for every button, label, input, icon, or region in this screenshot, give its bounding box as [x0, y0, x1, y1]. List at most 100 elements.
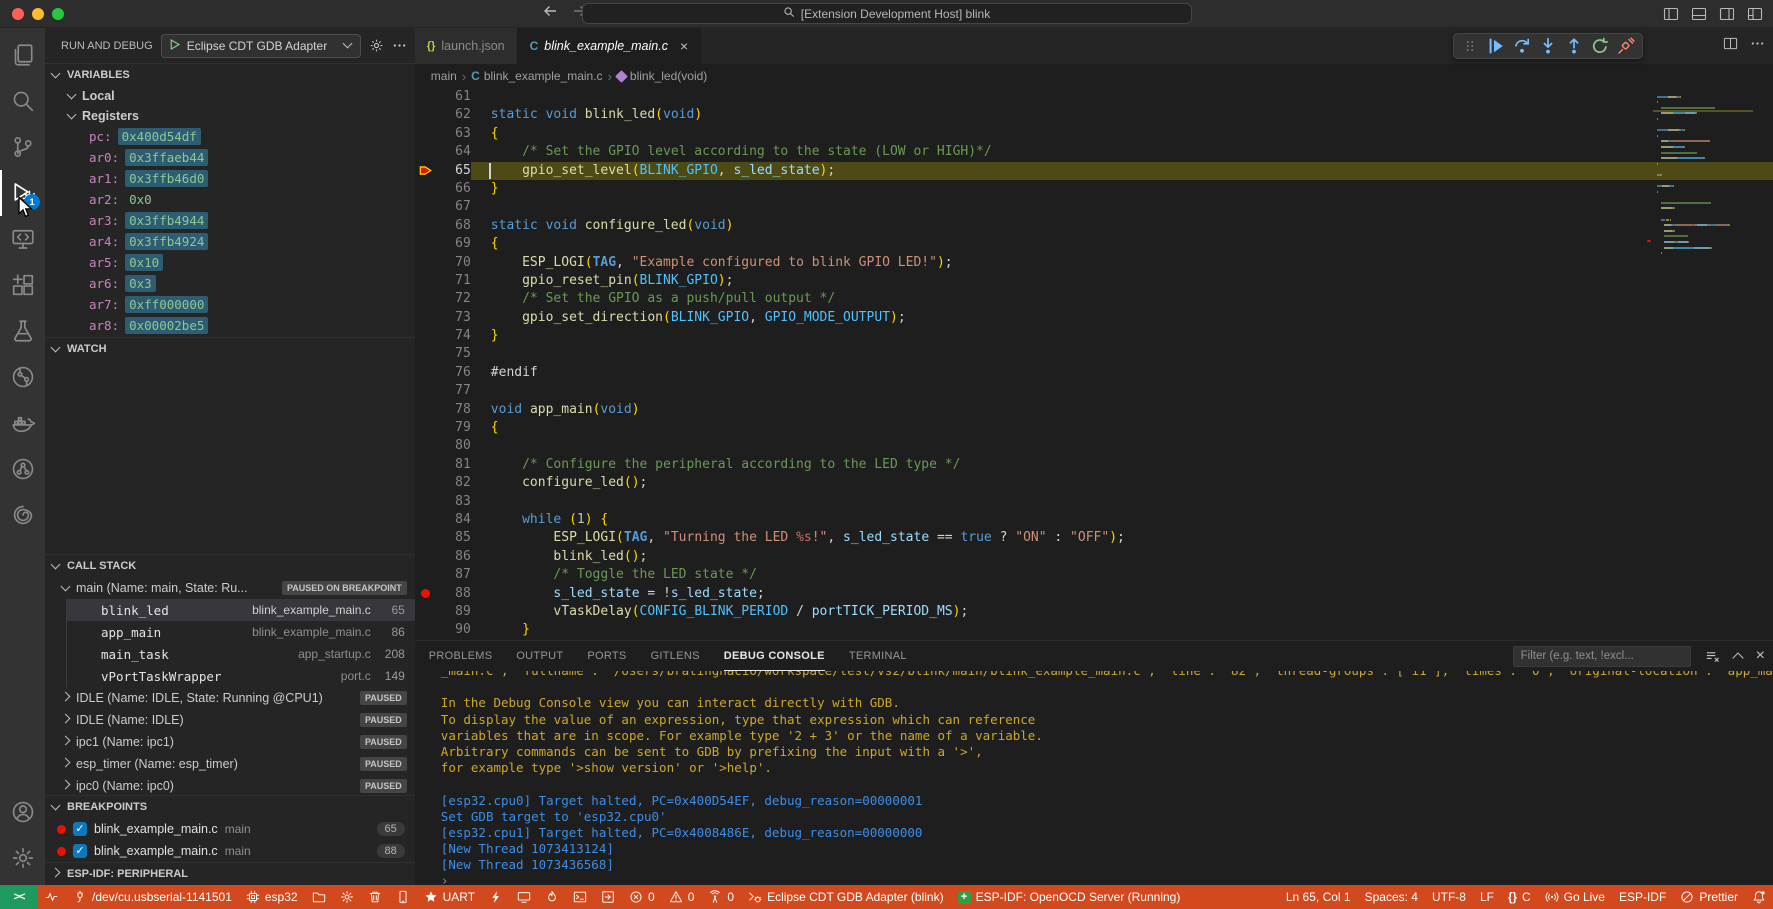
- gutter[interactable]: [415, 566, 437, 584]
- status-device-target[interactable]: esp32: [239, 885, 305, 909]
- panel-tab-terminal[interactable]: TERMINAL: [849, 641, 907, 671]
- status-build-flash-monitor[interactable]: [538, 885, 566, 909]
- status-menuconfig[interactable]: [333, 885, 361, 909]
- register-row[interactable]: ar1:0x3ffb46d0: [45, 168, 415, 189]
- breadcrumb-item[interactable]: Cblink_example_main.c: [471, 69, 602, 83]
- status-idf-terminal[interactable]: [566, 885, 594, 909]
- register-row[interactable]: ar0:0x3ffaeb44: [45, 147, 415, 168]
- stack-frame[interactable]: app_mainblink_example_main.c86: [66, 621, 415, 643]
- activity-source-control[interactable]: [0, 124, 45, 170]
- status-indentation[interactable]: Spaces: 4: [1358, 885, 1425, 909]
- activity-accounts[interactable]: [0, 789, 45, 835]
- status-cursor-position[interactable]: Ln 65, Col 1: [1279, 885, 1358, 909]
- split-editor-icon[interactable]: [1723, 36, 1738, 56]
- gutter[interactable]: [415, 382, 437, 400]
- thread-main[interactable]: main (Name: main, State: Ru... PAUSED ON…: [45, 577, 415, 599]
- breakpoint-checkbox[interactable]: ✓: [73, 844, 87, 858]
- thread-row[interactable]: ipc0 (Name: ipc0)PAUSED: [45, 775, 415, 795]
- gutter[interactable]: [415, 364, 437, 382]
- call-stack-section-header[interactable]: CALL STACK: [45, 555, 415, 577]
- scope-local[interactable]: Local: [45, 86, 415, 106]
- activity-settings[interactable]: [0, 835, 45, 881]
- status-language-mode[interactable]: {}C: [1501, 885, 1538, 909]
- clear-console-icon[interactable]: [1705, 649, 1720, 664]
- activity-remote-explorer[interactable]: [0, 216, 45, 262]
- gutter[interactable]: [415, 125, 437, 143]
- panel-tab-gitlens[interactable]: GITLENS: [651, 641, 700, 671]
- command-center-search[interactable]: [Extension Development Host] blink: [582, 3, 1192, 24]
- panel-tab-problems[interactable]: PROBLEMS: [429, 641, 493, 671]
- gutter[interactable]: [415, 621, 437, 639]
- status-custom-task[interactable]: [594, 885, 622, 909]
- layout-panel-icon[interactable]: [1691, 6, 1707, 22]
- status-eol[interactable]: LF: [1473, 885, 1501, 909]
- minimize-window-button[interactable]: [32, 8, 44, 20]
- gutter[interactable]: [415, 345, 437, 363]
- debug-restart-button[interactable]: [1588, 35, 1612, 57]
- console-filter-input[interactable]: [1513, 646, 1691, 667]
- register-row[interactable]: ar7:0xff000000: [45, 294, 415, 315]
- panel-tab-ports[interactable]: PORTS: [587, 641, 626, 671]
- close-panel-icon[interactable]: ×: [1756, 648, 1765, 664]
- debug-console-output[interactable]: _main.c", "fullname": "/Users/bratingnac…: [415, 671, 1773, 885]
- stack-frame[interactable]: blink_ledblink_example_main.c65: [66, 599, 415, 621]
- more-actions-icon[interactable]: [392, 38, 407, 53]
- status-errors[interactable]: 0: [622, 885, 662, 909]
- breakpoint-row[interactable]: ✓blink_example_main.cmain65: [45, 818, 415, 840]
- stack-frame[interactable]: vPortTaskWrapperport.c149: [66, 665, 415, 687]
- debug-settings-gear-icon[interactable]: [369, 38, 384, 53]
- activity-docker[interactable]: [0, 400, 45, 446]
- thread-row[interactable]: ipc1 (Name: ipc1)PAUSED: [45, 731, 415, 753]
- layout-sidebar-icon[interactable]: [1663, 6, 1679, 22]
- breadcrumb-item[interactable]: blink_led(void): [617, 69, 707, 83]
- activity-extensions[interactable]: [0, 262, 45, 308]
- status-full-clean[interactable]: [361, 885, 389, 909]
- tab-blink_example_main.c[interactable]: Cblink_example_main.c×: [518, 28, 702, 64]
- scope-registers[interactable]: Registers: [45, 106, 415, 126]
- variables-section-header[interactable]: VARIABLES: [45, 64, 415, 86]
- gutter[interactable]: [415, 309, 437, 327]
- remote-indicator[interactable]: ><: [0, 885, 38, 909]
- close-window-button[interactable]: [12, 8, 24, 20]
- gutter[interactable]: [415, 419, 437, 437]
- stack-frame[interactable]: main_taskapp_startup.c208: [66, 643, 415, 665]
- status-warnings[interactable]: 0: [662, 885, 702, 909]
- breakpoint-arrow-icon[interactable]: [415, 162, 437, 180]
- status-debug-session[interactable]: Eclipse CDT GDB Adapter (blink): [741, 885, 951, 909]
- gutter[interactable]: [415, 143, 437, 161]
- register-row[interactable]: ar5:0x10: [45, 252, 415, 273]
- status-ports-forwarded[interactable]: 0: [701, 885, 741, 909]
- gutter[interactable]: [415, 235, 437, 253]
- minimap[interactable]: [1657, 90, 1749, 258]
- console-prompt[interactable]: ›: [441, 874, 1773, 885]
- status-esp-idf-version[interactable]: ESP-IDF: [1612, 885, 1673, 909]
- status-flash-device[interactable]: [389, 885, 417, 909]
- gutter[interactable]: [415, 493, 437, 511]
- activity-run-and-debug[interactable]: 1: [0, 170, 45, 216]
- code-editor[interactable]: 6162static void blink_led(void)63{64 /* …: [415, 88, 1773, 640]
- thread-row[interactable]: IDLE (Name: IDLE, State: Running @CPU1)P…: [45, 687, 415, 709]
- tab-launch.json[interactable]: {}launch.json: [415, 28, 518, 64]
- status-prettier[interactable]: Prettier: [1673, 885, 1745, 909]
- debug-step-out-button[interactable]: [1562, 35, 1586, 57]
- thread-row[interactable]: esp_timer (Name: esp_timer)PAUSED: [45, 753, 415, 775]
- debug-disconnect-button[interactable]: [1614, 35, 1638, 57]
- status-flash-method[interactable]: UART: [417, 885, 482, 909]
- more-actions-icon[interactable]: [1750, 36, 1765, 56]
- toolbar-grip-icon[interactable]: [1458, 35, 1482, 57]
- activity-testing[interactable]: [0, 308, 45, 354]
- status-monitor[interactable]: [510, 885, 538, 909]
- gutter[interactable]: [415, 290, 437, 308]
- debug-step-into-button[interactable]: [1536, 35, 1560, 57]
- status-select-project[interactable]: [305, 885, 333, 909]
- gutter[interactable]: [415, 401, 437, 419]
- gutter[interactable]: [415, 474, 437, 492]
- zoom-window-button[interactable]: [52, 8, 64, 20]
- gutter[interactable]: [415, 272, 437, 290]
- layout-secondary-sidebar-icon[interactable]: [1719, 6, 1735, 22]
- activity-esp-idf-explorer[interactable]: [0, 354, 45, 400]
- gutter[interactable]: [415, 603, 437, 621]
- gutter[interactable]: [415, 529, 437, 547]
- breakpoints-section-header[interactable]: BREAKPOINTS: [45, 796, 415, 818]
- panel-tab-output[interactable]: OUTPUT: [516, 641, 563, 671]
